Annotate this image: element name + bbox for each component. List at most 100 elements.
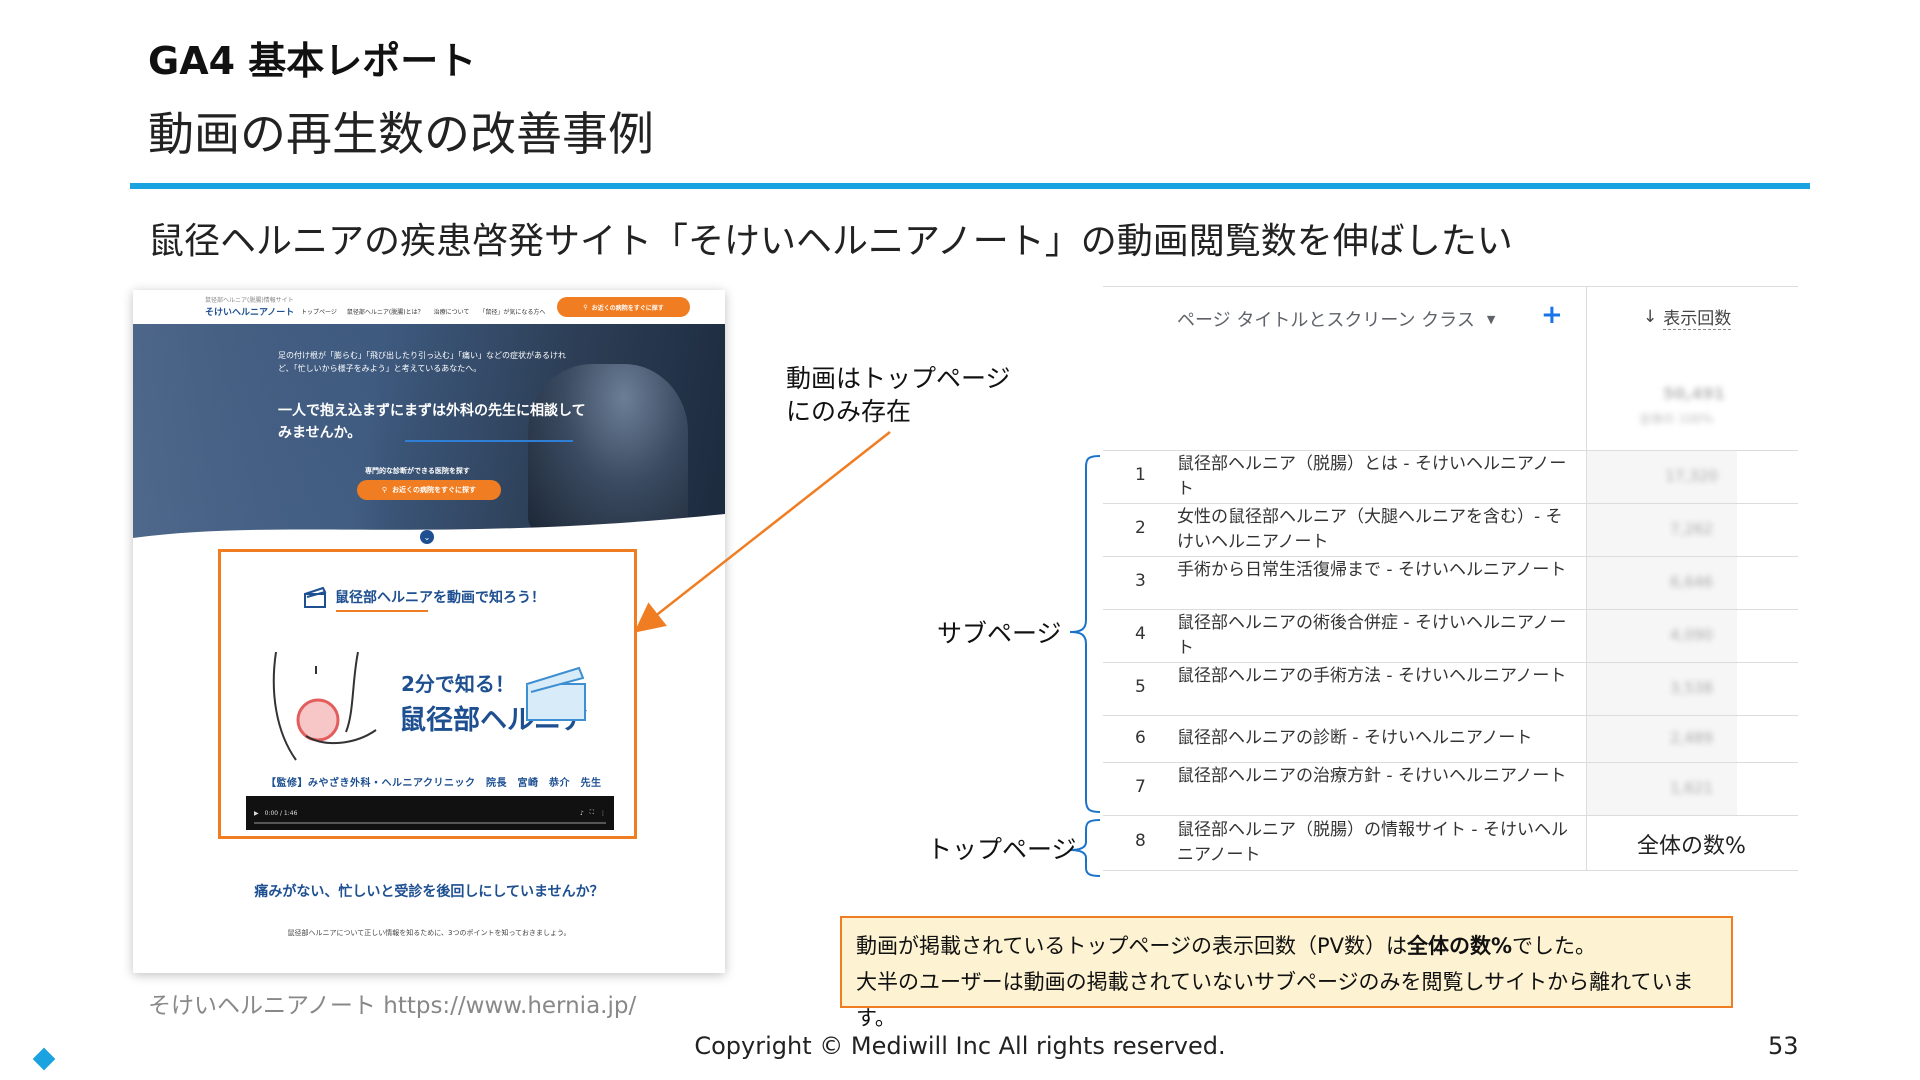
video-big-small: 2分で知る！ — [401, 672, 515, 696]
site-logo[interactable]: そけいヘルニアノート — [205, 305, 294, 318]
hero-underline — [405, 440, 573, 442]
volume-icon[interactable]: ♪ — [580, 810, 584, 817]
slide-subtitle: 鼠径ヘルニアの疾患啓発サイト「そけいヘルニアノート」の動画閲覧数を伸ばしたい — [148, 221, 1513, 262]
site-header: 鼠径部ヘルニア(脱腸)情報サイト そけいヘルニアノート トップページ 鼠径部ヘル… — [133, 290, 725, 324]
slide-section-title: GA4 基本レポート — [148, 39, 477, 83]
search-icon: ⚲ — [381, 486, 388, 494]
video-heading-text: 鼠径部ヘルニアを動画で知ろう！ — [335, 590, 545, 606]
site-nav-links: トップページ 鼠径部ヘルニア(脱腸)とは？ 治療について 「鼠径」が気になる方へ — [301, 307, 545, 316]
row-views: 7,262 — [1670, 520, 1713, 538]
row-views: 3,538 — [1670, 679, 1713, 697]
row-page-title[interactable]: 鼠径部ヘルニア（脱腸）の情報サイト - そけいヘルニアノート — [1177, 818, 1577, 868]
table-row[interactable]: 3 手術から日常生活復帰まで - そけいヘルニアノート 6,646 — [1103, 556, 1798, 609]
site-nav-cta-label: お近くの病院をすぐに探す — [591, 304, 664, 312]
row-views: 4,090 — [1670, 626, 1713, 644]
scroll-down-icon[interactable]: ⌄ — [420, 530, 434, 544]
row-page-title[interactable]: 鼠径部ヘルニアの治療方針 - そけいヘルニアノート — [1177, 764, 1577, 789]
row-rank: 3 — [1135, 571, 1146, 591]
row-views: 6,646 — [1670, 573, 1713, 591]
table-row[interactable]: 7 鼠径部ヘルニアの治療方針 - そけいヘルニアノート 1,621 — [1103, 762, 1798, 815]
row-rank: 2 — [1135, 518, 1146, 538]
callout-line: 動画はトップページ — [786, 364, 1011, 393]
row-views: 2,489 — [1670, 729, 1713, 747]
video-heading: 鼠径部ヘルニアを動画で知ろう！ — [303, 586, 545, 608]
row-page-title[interactable]: 鼠径部ヘルニアの手術方法 - そけいヘルニアノート — [1177, 664, 1577, 689]
video-callout: 動画はトップページ にのみ存在 — [786, 362, 1011, 428]
metric-total-percent: 全体の 100% — [1639, 412, 1714, 426]
site-nav-link[interactable]: 鼠径部ヘルニア(脱腸)とは？ — [347, 307, 424, 316]
row-page-title[interactable]: 鼠径部ヘルニアの診断 - そけいヘルニアノート — [1177, 726, 1577, 751]
chevron-down-icon[interactable]: ▼ — [1487, 313, 1495, 326]
row-rank: 6 — [1135, 728, 1146, 748]
table-row[interactable]: 1 鼠径部ヘルニア（脱腸）とは - そけいヘルニアノート 17,320 — [1103, 450, 1798, 503]
hernia-illustration — [272, 652, 377, 761]
row-views: 1,621 — [1670, 779, 1713, 797]
clapperboard-icon — [526, 666, 586, 721]
table-bottom-border — [1103, 870, 1798, 871]
table-row[interactable]: 5 鼠径部ヘルニアの手術方法 - そけいヘルニアノート 3,538 — [1103, 662, 1798, 715]
row-page-title[interactable]: 鼠径部ヘルニアの術後合併症 - そけいヘルニアノート — [1177, 611, 1577, 661]
search-icon: ⚲ — [583, 303, 588, 311]
video-section: 鼠径部ヘルニアを動画で知ろう！ 2分で知る！ 鼠径部ヘルニア 【監修】みやざき外… — [218, 549, 637, 839]
video-progress-bar[interactable] — [254, 822, 606, 824]
play-icon[interactable]: ▶ — [254, 810, 259, 817]
dimension-header-label: ページ タイトルとスクリーン クラス — [1177, 310, 1475, 331]
table-row[interactable]: 4 鼠径部ヘルニアの術後合併症 - そけいヘルニアノート 4,090 — [1103, 609, 1798, 662]
row-page-title[interactable]: 鼠径部ヘルニア（脱腸）とは - そけいヘルニアノート — [1177, 452, 1577, 502]
row-rank: 4 — [1135, 624, 1146, 644]
clapperboard-icon — [304, 586, 327, 608]
note-line-2: 大半のユーザーは動画の掲載されていないサブページのみを閲覧しサイトから離れていま… — [856, 970, 1694, 1030]
video-player-controls[interactable]: ▶ 0:00 / 1:46 ♪ ⛶ ⋮ — [246, 796, 614, 830]
row-rank: 7 — [1135, 777, 1146, 797]
note-line-1-pre: 動画が掲載されているトップページの表示回数（PV数）は — [856, 934, 1407, 958]
row-page-title[interactable]: 女性の鼠径部ヘルニア（大腿ヘルニアを含む）- そけいヘルニアノート — [1177, 505, 1577, 555]
sort-down-arrow-icon[interactable]: ↓ — [1643, 307, 1657, 327]
table-row[interactable]: 8 鼠径部ヘルニア（脱腸）の情報サイト - そけいヘルニアノート 全体の数% — [1103, 815, 1798, 870]
website-screenshot: 鼠径部ヘルニア(脱腸)情報サイト そけいヘルニアノート トップページ 鼠径部ヘル… — [133, 290, 725, 973]
site-bottom-subtext: 鼠径部ヘルニアについて正しい情報を知るために、3つのポイントを知っておきましょう… — [287, 929, 571, 937]
site-hero: 足の付け根が「膨らむ」「飛び出したり引っ込む」「痛い」などの症状があるけれど、「… — [133, 324, 725, 542]
hero-note: 専門的な診断ができる医院を探す — [365, 467, 470, 475]
video-credit: 【監修】みやざき外科・ヘルニアクリニック 院長 宮崎 恭介 先生 — [266, 778, 602, 789]
hero-cta-button[interactable]: ⚲ お近くの病院をすぐに探す — [357, 480, 501, 500]
row-rank: 1 — [1135, 465, 1146, 485]
fullscreen-icon[interactable]: ⛶ — [590, 809, 594, 817]
row-page-title[interactable]: 手術から日常生活復帰まで - そけいヘルニアノート — [1177, 558, 1577, 583]
toppage-label: トップページ — [927, 835, 1077, 864]
dimension-header[interactable]: ページ タイトルとスクリーン クラス ▼ — [1177, 306, 1495, 332]
row-views: 17,320 — [1665, 467, 1718, 485]
ga-report-table: ページ タイトルとスクリーン クラス ▼ + ↓ 表示回数 50,491 全体の… — [1103, 286, 1798, 871]
metric-total: 50,491 — [1663, 384, 1725, 403]
hero-headline: 一人で抱え込まずにまずは外科の先生に相談してみませんか。 — [278, 403, 586, 441]
row-views: 全体の数% — [1637, 834, 1746, 859]
hero-text: 足の付け根が「膨らむ」「飛び出したり引っ込む」「痛い」などの症状があるけれど、「… — [278, 351, 566, 373]
slide-title: 動画の再生数の改善事例 — [148, 107, 654, 161]
row-rank: 5 — [1135, 677, 1146, 697]
site-bottom-question: 痛みがない、忙しいと受診を後回しにしていませんか？ — [254, 884, 604, 900]
page-number: 53 — [1768, 1032, 1799, 1060]
video-heading-underline — [336, 610, 428, 612]
site-nav-link[interactable]: 治療について — [434, 307, 470, 316]
video-time: 0:00 / 1:46 — [264, 809, 298, 817]
table-row[interactable]: 2 女性の鼠径部ヘルニア（大腿ヘルニアを含む）- そけいヘルニアノート 7,26… — [1103, 503, 1798, 556]
hero-photo — [528, 364, 688, 534]
table-top-border — [1103, 286, 1798, 287]
title-divider — [130, 183, 1810, 189]
note-line-1: 動画が掲載されているトップページの表示回数（PV数）は全体の数%でした。 — [856, 928, 1717, 964]
site-nav-link[interactable]: 「鼠径」が気になる方へ — [479, 307, 545, 316]
more-icon[interactable]: ⋮ — [600, 810, 606, 817]
table-row[interactable]: 6 鼠径部ヘルニアの診断 - そけいヘルニアノート 2,489 — [1103, 715, 1798, 762]
row-rank: 8 — [1135, 831, 1146, 851]
site-nav-link[interactable]: トップページ — [301, 307, 337, 316]
note-line-1-post: でした。 — [1512, 934, 1597, 958]
add-dimension-button[interactable]: + — [1541, 300, 1563, 330]
subpages-brace — [1069, 455, 1101, 813]
site-nav-cta-button[interactable]: ⚲ お近くの病院をすぐに探す — [557, 297, 690, 317]
metric-header[interactable]: ↓ 表示回数 — [1643, 304, 1732, 330]
hero-cta-label: お近くの病院をすぐに探す — [392, 486, 477, 494]
site-tagline: 鼠径部ヘルニア(脱腸)情報サイト — [205, 297, 294, 304]
metric-header-label: 表示回数 — [1663, 304, 1732, 330]
site-caption: そけいヘルニアノート https://www.hernia.jp/ — [148, 993, 637, 1019]
footer-copyright: Copyright © Mediwill Inc All rights rese… — [694, 1032, 1226, 1060]
subpages-label: サブページ — [937, 619, 1062, 648]
